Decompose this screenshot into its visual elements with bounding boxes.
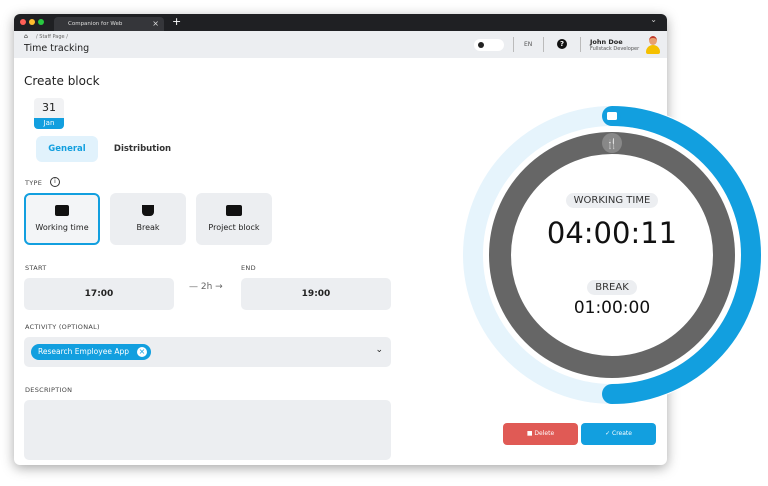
type-label-text: Project block xyxy=(208,223,260,232)
type-break[interactable]: Break xyxy=(110,193,186,245)
chevron-down-icon[interactable]: ⌄ xyxy=(375,345,383,355)
tab-menu-icon[interactable]: ⌄ xyxy=(650,15,657,24)
start-time-input[interactable]: 17:00 xyxy=(24,278,174,310)
user-role: Fullstack Developer xyxy=(590,46,640,52)
briefcase-icon xyxy=(607,112,617,120)
tab-close-icon[interactable]: × xyxy=(152,19,159,28)
tab-title: Companion for Web xyxy=(68,21,123,27)
briefcase-icon xyxy=(55,205,69,216)
dial-center xyxy=(512,155,712,355)
activity-chip-label: Research Employee App xyxy=(38,347,129,356)
tab-distribution[interactable]: Distribution xyxy=(110,136,175,162)
help-icon[interactable]: ? xyxy=(557,39,567,49)
user-name[interactable]: John Doe xyxy=(590,38,623,46)
duration-indicator: — 2h → xyxy=(189,282,223,292)
browser-tab[interactable]: Companion for Web × xyxy=(54,17,164,31)
home-icon[interactable]: ⌂ xyxy=(24,33,28,40)
create-label: Create xyxy=(612,430,632,437)
theme-toggle[interactable] xyxy=(474,39,504,51)
card-icon xyxy=(226,205,242,216)
remove-chip-icon[interactable]: × xyxy=(136,347,147,357)
timer-dial: 🍴 xyxy=(462,105,762,405)
maximize-window-button[interactable] xyxy=(38,19,44,25)
type-working-time[interactable]: Working time xyxy=(24,193,100,245)
type-label: TYPE xyxy=(25,179,43,187)
minimize-window-button[interactable] xyxy=(29,19,35,25)
date-day: 31 xyxy=(42,101,56,114)
activity-label: ACTIVITY (OPTIONAL) xyxy=(25,323,100,331)
form-title: Create block xyxy=(24,74,100,88)
tab-general[interactable]: General xyxy=(36,136,98,162)
app-header: ⌂ / Staff Page / Time tracking EN ? John… xyxy=(14,31,667,58)
start-label: START xyxy=(25,264,47,272)
description-label: DESCRIPTION xyxy=(25,386,73,394)
break-value: 01:00:00 xyxy=(573,298,651,318)
page-title: Time tracking xyxy=(24,43,90,54)
working-time-label: WORKING TIME xyxy=(565,193,659,208)
create-button[interactable]: ✓ Create xyxy=(581,423,656,445)
date-badge[interactable]: 31 Jan xyxy=(34,98,64,129)
type-label-text: Working time xyxy=(35,223,89,232)
breadcrumb[interactable]: / Staff Page / xyxy=(36,34,68,40)
break-label: BREAK xyxy=(587,280,637,295)
working-time-section: WORKING TIME xyxy=(452,188,768,208)
date-month: Jan xyxy=(34,118,64,129)
duration-value: 2h xyxy=(200,282,213,292)
browser-tab-bar: Companion for Web × + ⌄ xyxy=(14,14,667,31)
close-window-button[interactable] xyxy=(20,19,26,25)
info-icon[interactable]: i xyxy=(50,177,60,187)
delete-button[interactable]: ■ Delete xyxy=(503,423,578,445)
end-label: END xyxy=(241,264,256,272)
type-label-text: Break xyxy=(136,223,160,232)
new-tab-button[interactable]: + xyxy=(172,15,181,28)
fork-knife-icon: 🍴 xyxy=(606,137,618,150)
type-project-block[interactable]: Project block xyxy=(196,193,272,245)
activity-chip: Research Employee App × xyxy=(31,344,151,360)
check-icon: ✓ xyxy=(605,430,612,437)
end-time-input[interactable]: 19:00 xyxy=(241,278,391,310)
avatar[interactable] xyxy=(646,36,660,54)
coffee-icon xyxy=(142,205,154,216)
working-time-value: 04:00:11 xyxy=(546,216,678,250)
description-input[interactable] xyxy=(24,400,391,460)
activity-select[interactable]: Research Employee App × ⌄ xyxy=(24,337,391,367)
break-section: BREAK xyxy=(452,275,768,295)
language-selector[interactable]: EN xyxy=(524,41,532,48)
delete-label: Delete xyxy=(534,430,555,437)
